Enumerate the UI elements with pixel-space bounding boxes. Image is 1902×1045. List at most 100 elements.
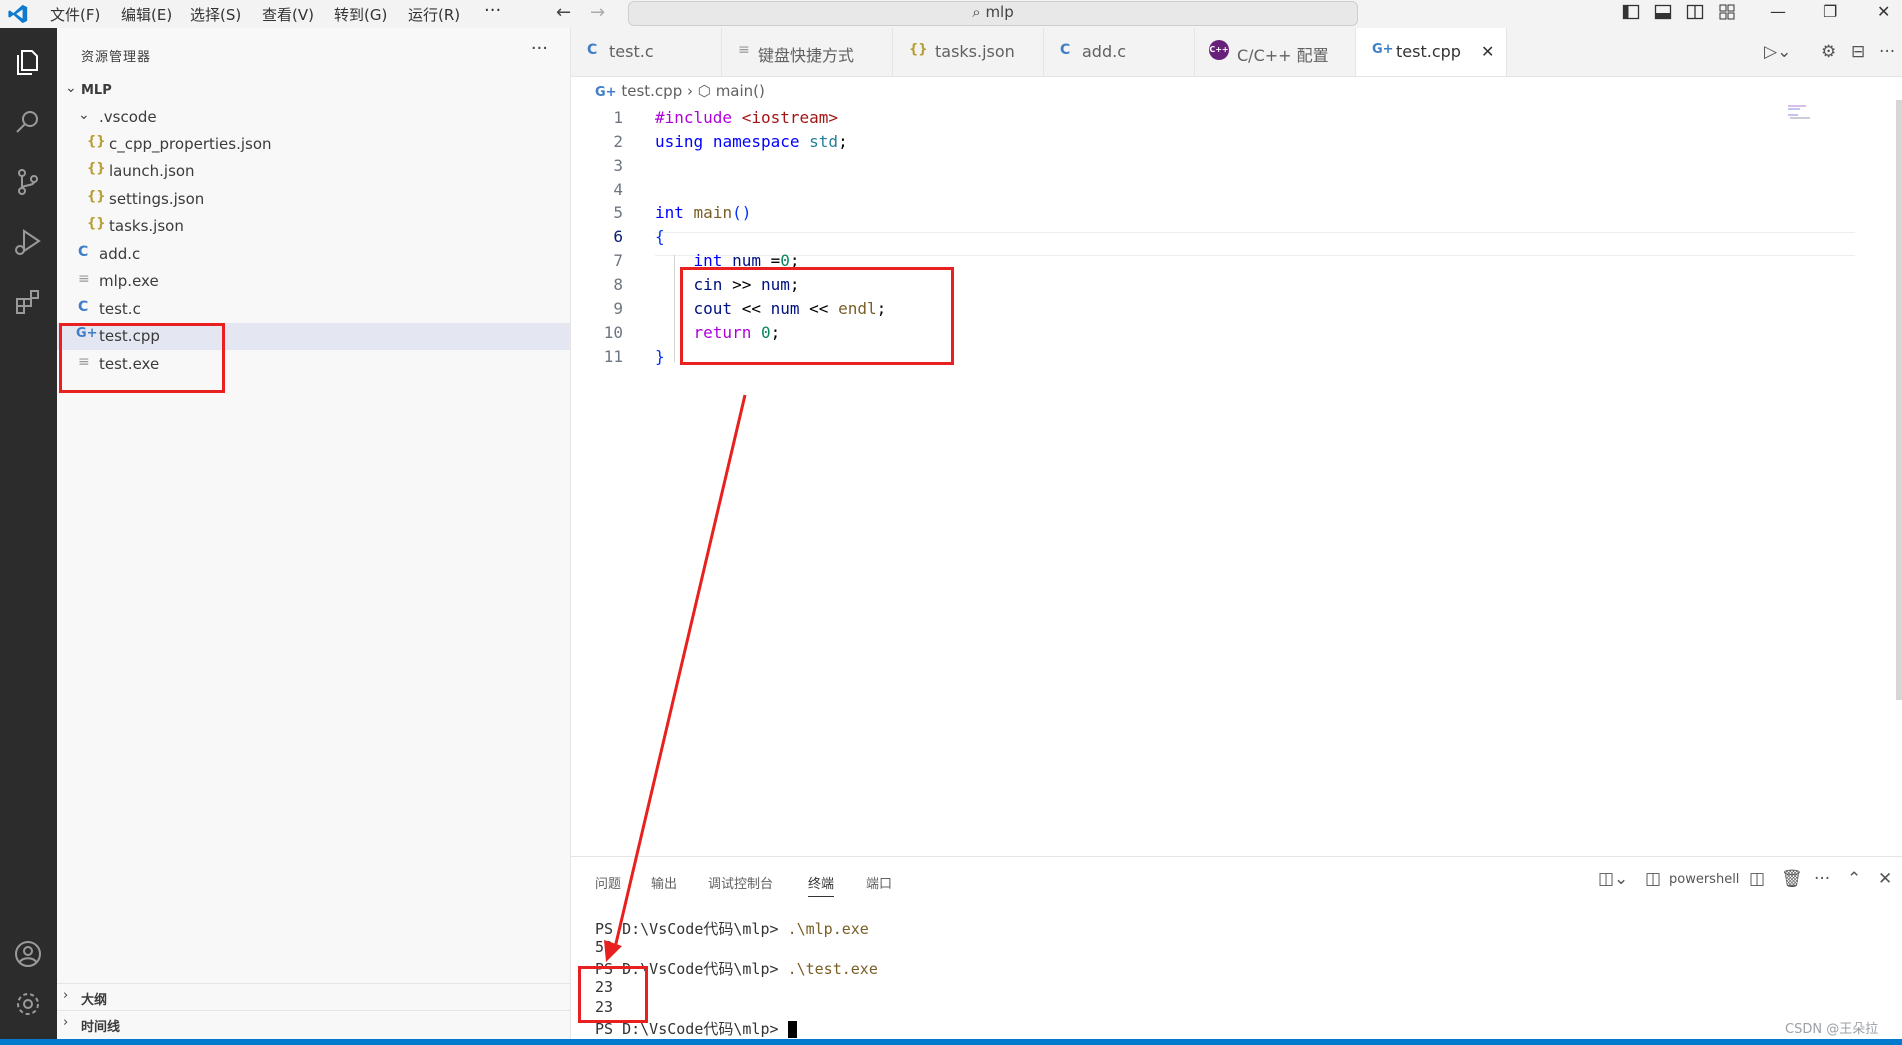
tree-file-label: mlp.exe: [99, 272, 159, 290]
close-tab-icon[interactable]: ✕: [1481, 42, 1494, 61]
tab-label: 键盘快捷方式: [758, 46, 855, 65]
tab-tasks-json[interactable]: {} tasks.json: [893, 28, 1044, 76]
manage-gear-icon[interactable]: [12, 988, 44, 1020]
outline-label: 大纲: [81, 993, 108, 1008]
line-number: 3: [613, 156, 623, 175]
code-line-6: {: [655, 227, 665, 246]
code-line-1: #include <iostream>: [655, 108, 839, 127]
search-icon: ⌕: [972, 3, 981, 21]
chevron-right-icon: ›: [687, 82, 698, 100]
indent-guide: [674, 255, 675, 362]
tree-file-mlp-exe[interactable]: ≡ mlp.exe: [57, 268, 570, 295]
more-actions-icon[interactable]: ···: [1879, 42, 1895, 62]
tab-keyboard-shortcuts[interactable]: ≡ 键盘快捷方式: [722, 28, 893, 76]
toggle-panel-icon[interactable]: [1654, 3, 1672, 21]
json-file-icon: {}: [87, 134, 106, 149]
activity-bar: [0, 28, 57, 1039]
breadcrumb-symbol[interactable]: main(): [716, 82, 765, 100]
tree-root-mlp[interactable]: ⌄ MLP: [57, 77, 570, 104]
tree-file-tasks[interactable]: {} tasks.json: [57, 213, 570, 240]
toggle-primary-sidebar-icon[interactable]: [1622, 3, 1640, 21]
tab-label: add.c: [1082, 42, 1126, 61]
json-file-icon: {}: [87, 189, 106, 204]
tree-file-launch[interactable]: {} launch.json: [57, 158, 570, 185]
tab-add-c[interactable]: C add.c: [1044, 28, 1195, 76]
c-file-icon: C: [78, 299, 89, 315]
panel-tab-ports[interactable]: 端口: [866, 873, 892, 892]
maximize-panel-icon[interactable]: ⌃: [1847, 869, 1861, 889]
sidebar-more-button[interactable]: ···: [531, 38, 548, 59]
chevron-down-icon: ⌄: [65, 80, 77, 96]
line-number: 4: [613, 180, 623, 199]
editor-scrollbar[interactable]: [1896, 100, 1902, 700]
tree-folder-vscode[interactable]: ⌄ .vscode: [57, 104, 570, 131]
panel-tab-debug-console[interactable]: 调试控制台: [708, 873, 773, 892]
menu-edit[interactable]: 编辑(E): [121, 4, 172, 25]
menu-file[interactable]: 文件(F): [50, 4, 100, 25]
panel-tab-terminal[interactable]: 终端: [808, 873, 835, 897]
trash-icon[interactable]: 🗑: [1781, 869, 1803, 889]
tree-file-settings[interactable]: {} settings.json: [57, 186, 570, 213]
menu-run[interactable]: 运行(R): [408, 4, 460, 25]
panel-tab-problems[interactable]: 问题: [595, 873, 621, 892]
current-line-highlight: [655, 232, 1855, 256]
split-editor-icon[interactable]: ⊟: [1851, 42, 1865, 62]
panel-tab-output[interactable]: 输出: [651, 873, 677, 892]
explorer-sidebar: 资源管理器 ··· ⌄ MLP ⌄ .vscode {} c_cpp_prope…: [57, 28, 571, 1039]
code-editor[interactable]: 1 2 3 4 5 6 7 8 9 10 11 #include <iostream> using …: [571, 100, 1902, 856]
tree-file-label: settings.json: [109, 190, 205, 208]
minimize-icon[interactable]: —: [1770, 2, 1786, 21]
command-center-label: mlp: [985, 3, 1014, 21]
tab-test-cpp[interactable]: G+ test.cpp ✕: [1356, 28, 1507, 76]
tree-file-test-c[interactable]: C test.c: [57, 296, 570, 323]
split-terminal-icon[interactable]: ◫: [1749, 869, 1765, 889]
editor-tab-bar: C test.c ≡ 键盘快捷方式 {} tasks.json C add.c …: [571, 28, 1902, 77]
tab-cpp-config[interactable]: C++ C/C++ 配置: [1195, 28, 1356, 76]
menu-more[interactable]: ···: [484, 0, 501, 21]
menu-go[interactable]: 转到(G): [334, 4, 387, 25]
command-center[interactable]: ⌕ mlp: [628, 1, 1358, 26]
breadcrumb: G+ test.cpp › ⬡ main(): [595, 82, 765, 100]
customize-layout-icon[interactable]: [1718, 3, 1736, 21]
toggle-secondary-sidebar-icon[interactable]: [1686, 3, 1704, 21]
explorer-icon[interactable]: [12, 46, 44, 78]
close-panel-icon[interactable]: ✕: [1878, 869, 1892, 889]
menu-selection[interactable]: 选择(S): [190, 4, 241, 25]
search-icon[interactable]: [12, 106, 44, 138]
split-terminal-dropdown-icon[interactable]: ◫⌄: [1598, 869, 1628, 889]
run-debug-icon[interactable]: [12, 226, 44, 258]
line-number: 8: [613, 275, 623, 294]
account-icon[interactable]: [12, 938, 44, 970]
run-code-icon[interactable]: ▷⌄: [1764, 42, 1791, 62]
restore-icon[interactable]: ❐: [1823, 2, 1837, 21]
tree-file-add-c[interactable]: C add.c: [57, 241, 570, 268]
timeline-label: 时间线: [81, 1020, 121, 1035]
terminal-line: PS D:\VsCode代码\mlp> .\mlp.exe: [595, 920, 869, 938]
tab-label: tasks.json: [935, 42, 1015, 61]
forward-arrow-icon[interactable]: →: [590, 2, 605, 23]
outline-section[interactable]: › 大纲: [57, 983, 570, 1010]
source-control-icon[interactable]: [12, 166, 44, 198]
menu-view[interactable]: 查看(V): [262, 4, 314, 25]
terminal-shell-name[interactable]: powershell: [1669, 872, 1739, 887]
file-icon: ≡: [78, 271, 90, 287]
vscode-logo-icon: [8, 4, 28, 24]
tab-test-c[interactable]: C test.c: [571, 28, 722, 76]
code-line-5: int main(): [655, 203, 752, 222]
back-arrow-icon[interactable]: ←: [556, 2, 571, 23]
tab-label: test.c: [609, 42, 654, 61]
json-file-icon: {}: [87, 216, 106, 231]
settings-gear-icon[interactable]: ⚙: [1821, 42, 1836, 62]
extensions-icon[interactable]: [12, 286, 44, 318]
json-file-icon: {}: [909, 42, 928, 57]
close-window-icon[interactable]: ✕: [1877, 2, 1890, 21]
tree-file-label: c_cpp_properties.json: [109, 135, 272, 153]
breadcrumb-file[interactable]: test.cpp: [621, 82, 682, 100]
tree-file-c-cpp-properties[interactable]: {} c_cpp_properties.json: [57, 131, 570, 158]
more-actions-icon[interactable]: ···: [1814, 869, 1830, 889]
timeline-section[interactable]: › 时间线: [57, 1010, 570, 1037]
annotation-box-files: [59, 323, 225, 393]
tree-folder-label: .vscode: [99, 108, 157, 126]
tab-label: test.cpp: [1396, 42, 1461, 61]
minimap[interactable]: [1786, 100, 1812, 130]
